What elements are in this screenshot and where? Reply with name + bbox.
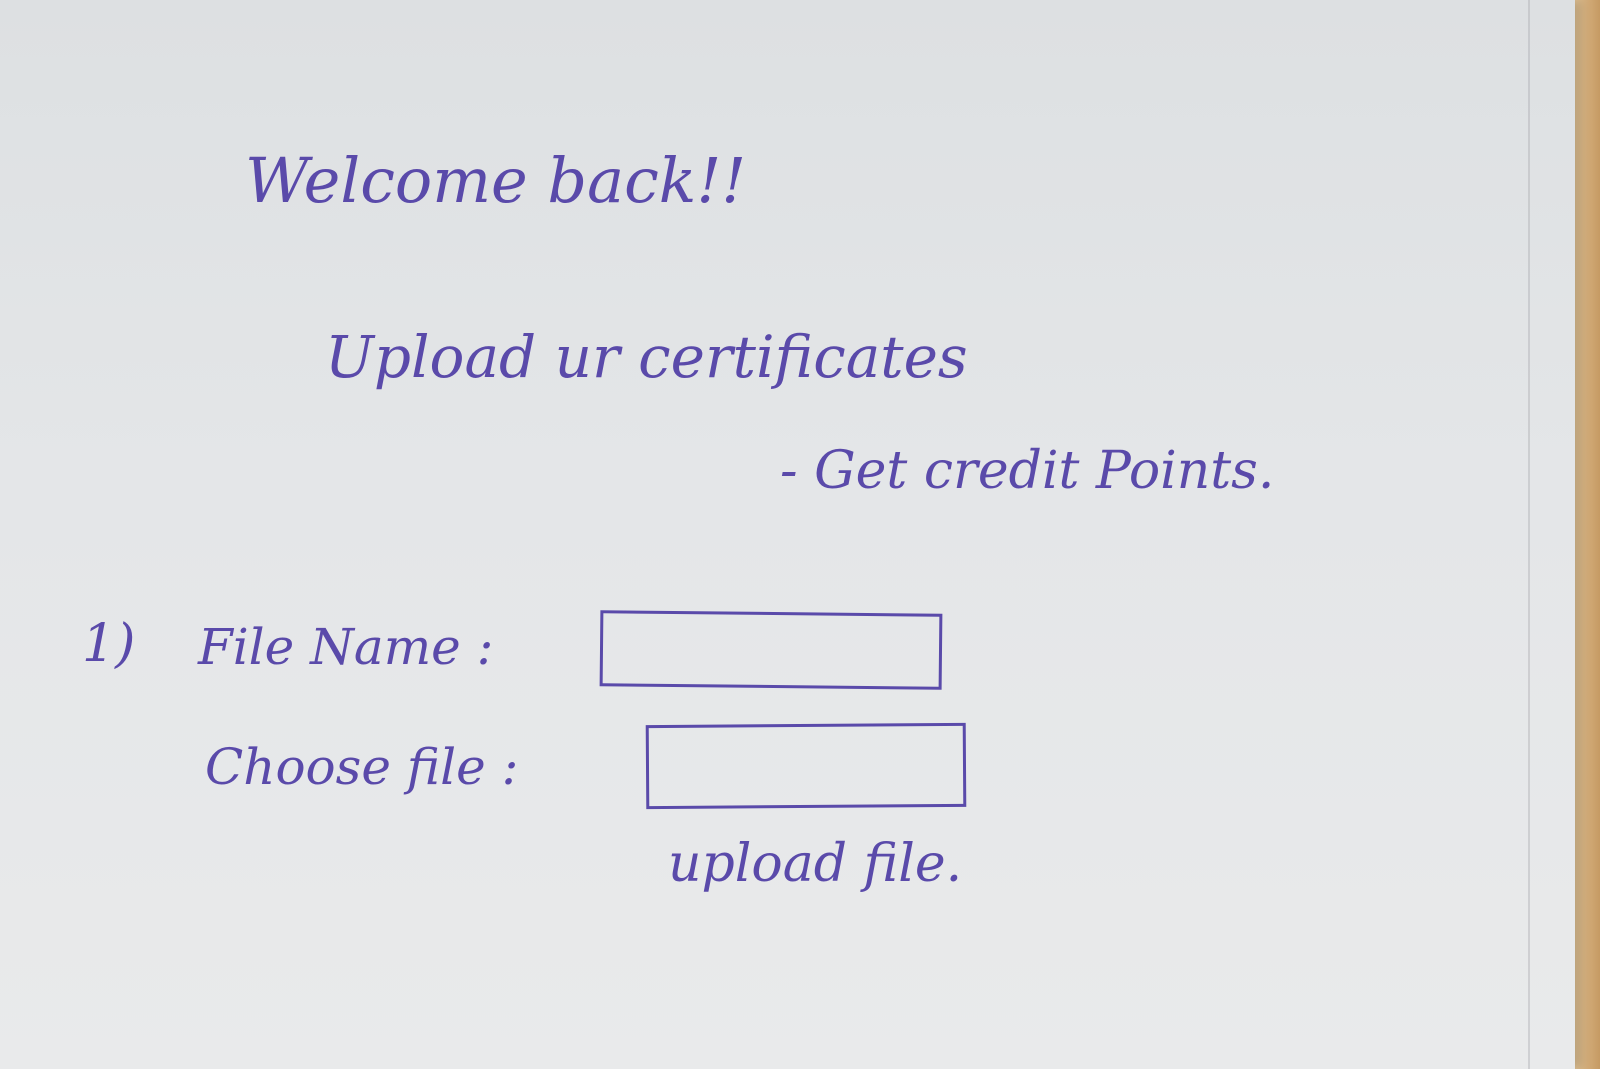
- choose-file-input[interactable]: [645, 722, 967, 810]
- upload-tagline: Upload ur certificates: [325, 323, 968, 391]
- choose-file-label: Choose file :: [205, 738, 519, 796]
- upload-file-button[interactable]: upload file.: [668, 838, 962, 890]
- credit-points-subline: - Get credit Points.: [780, 441, 1275, 501]
- item-number: 1): [82, 614, 136, 674]
- paper-sheet: Welcome back!! Upload ur certificates - …: [0, 0, 1575, 1069]
- file-name-input[interactable]: [599, 610, 943, 690]
- paper-fold-line: [1528, 0, 1530, 1069]
- file-name-label: File Name :: [198, 618, 494, 676]
- welcome-heading: Welcome back!!: [245, 144, 747, 217]
- photo-scene: Welcome back!! Upload ur certificates - …: [0, 0, 1600, 1069]
